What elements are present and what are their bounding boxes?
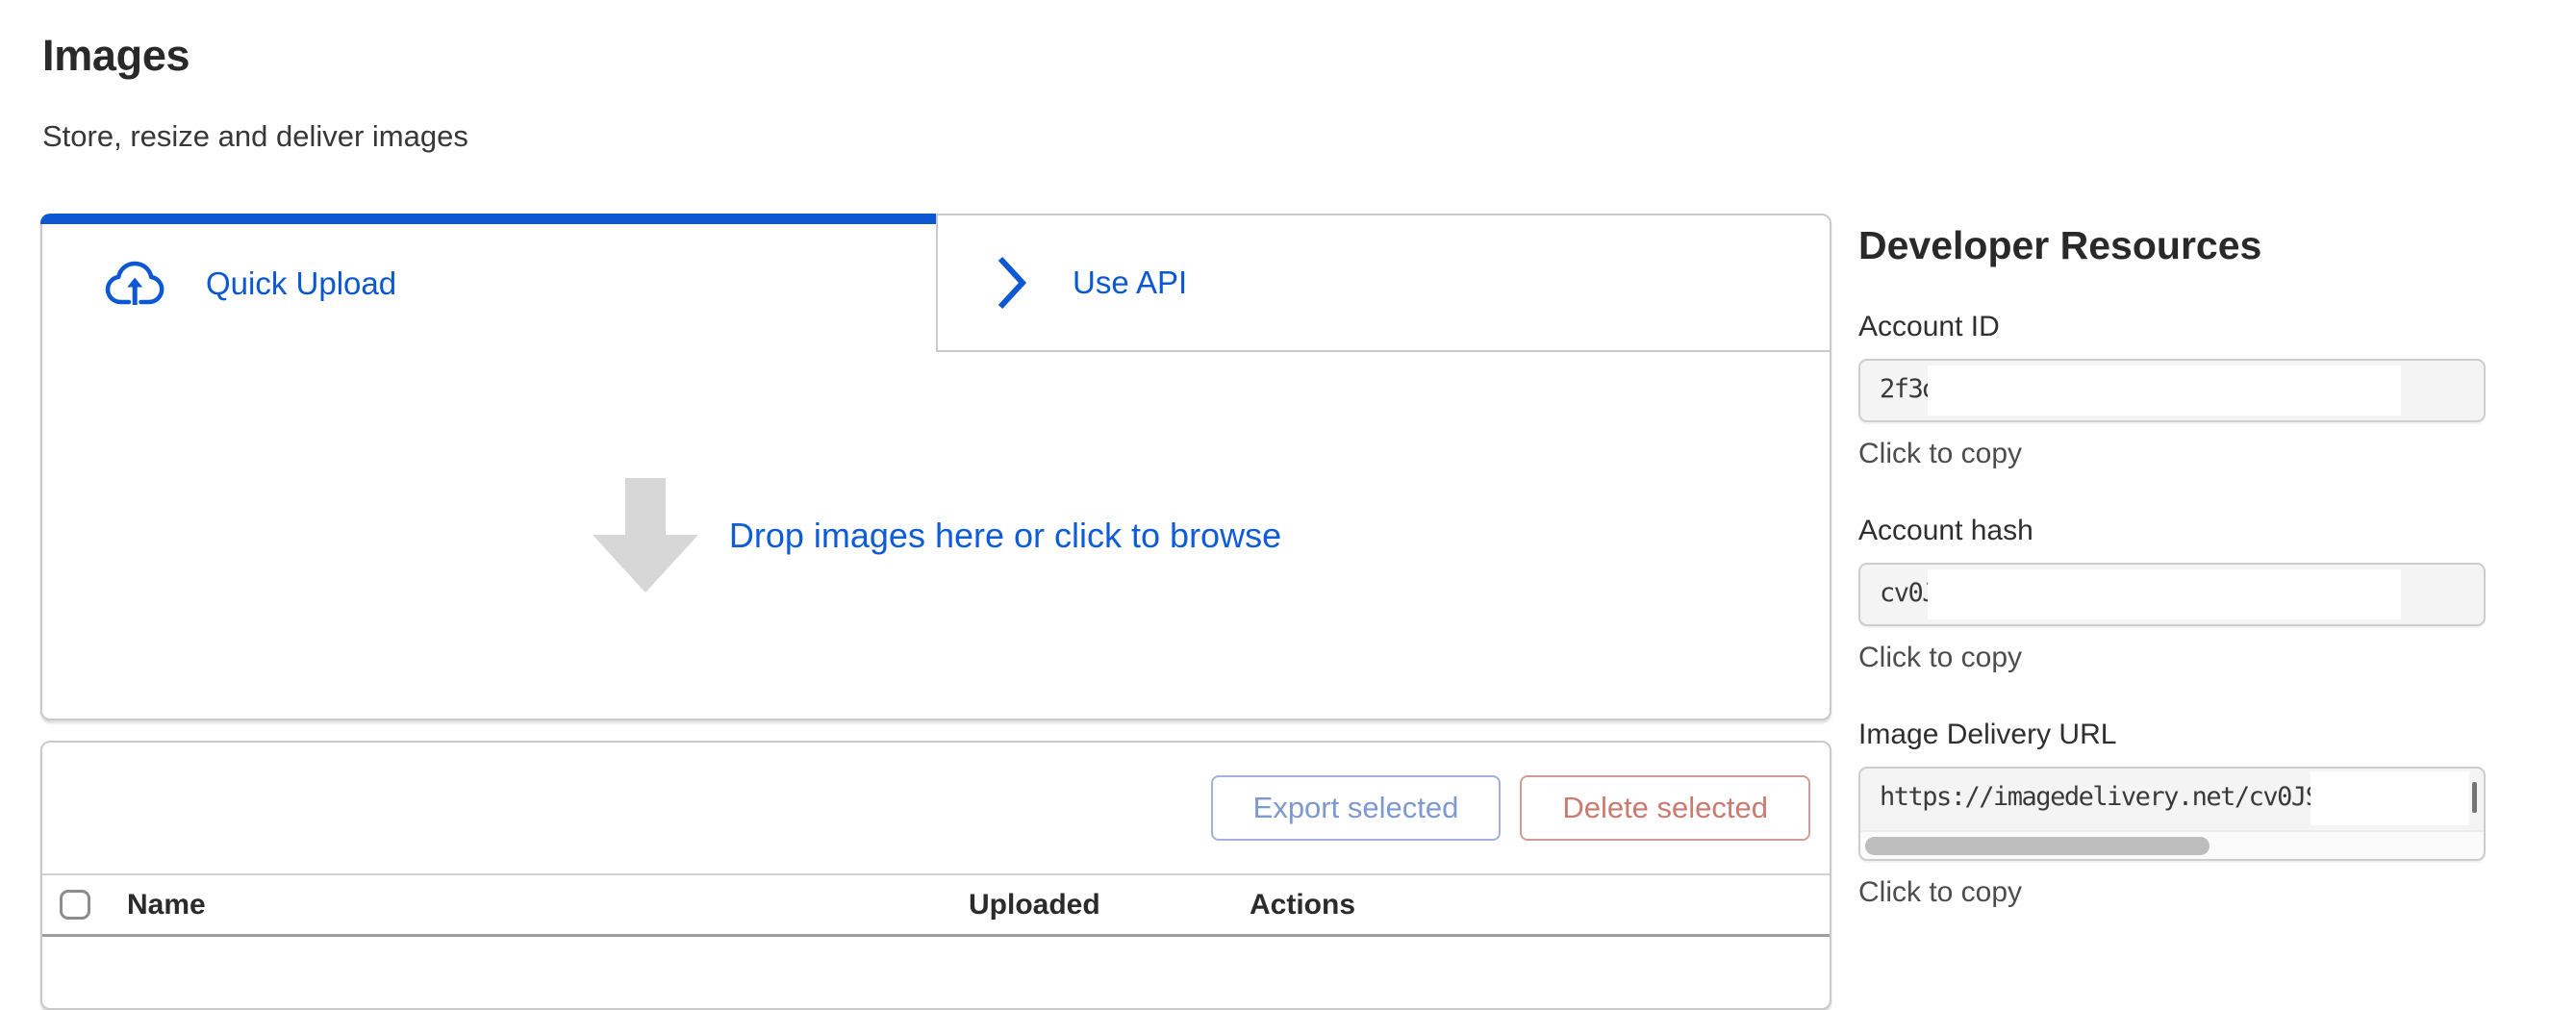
column-header-actions: Actions bbox=[1250, 889, 1355, 922]
account-id-copy-field[interactable]: 2f3d bbox=[1858, 359, 2486, 422]
dropzone-label: Drop images here or click to browse bbox=[729, 516, 1281, 556]
arrow-down-icon bbox=[591, 477, 700, 594]
tab-quick-upload-label: Quick Upload bbox=[206, 265, 396, 302]
page-header: Images Store, resize and deliver images bbox=[42, 0, 468, 154]
developer-resources-panel: Developer Resources Account ID 2f3d Clic… bbox=[1858, 223, 2486, 909]
redacted-overlay bbox=[2311, 771, 2469, 825]
horizontal-scrollbar-thumb[interactable] bbox=[1865, 837, 2210, 855]
horizontal-scrollbar-track[interactable] bbox=[1860, 830, 2484, 859]
account-hash-copy-field[interactable]: cv0J bbox=[1858, 563, 2486, 626]
account-id-helper: Click to copy bbox=[1858, 438, 2486, 470]
redacted-overlay bbox=[1928, 569, 2401, 619]
cloud-upload-icon bbox=[104, 258, 167, 310]
image-delivery-url-helper: Click to copy bbox=[1858, 876, 2486, 909]
column-header-name: Name bbox=[127, 889, 206, 922]
table-toolbar: Export selected Delete selected bbox=[42, 743, 1830, 875]
table-header: Name Uploaded Actions bbox=[42, 875, 1830, 937]
developer-resources-title: Developer Resources bbox=[1858, 223, 2486, 268]
upload-tabs: Quick Upload Use API bbox=[42, 215, 1830, 352]
chevron-right-icon bbox=[996, 254, 1028, 312]
images-table-panel: Export selected Delete selected Name Upl… bbox=[40, 741, 1831, 1010]
image-delivery-url-label: Image Delivery URL bbox=[1858, 719, 2486, 751]
partially-visible-character bbox=[2472, 782, 2477, 813]
tab-use-api[interactable]: Use API bbox=[936, 215, 1830, 352]
column-header-uploaded: Uploaded bbox=[969, 889, 1100, 922]
account-hash-helper: Click to copy bbox=[1858, 642, 2486, 674]
account-hash-label: Account hash bbox=[1858, 515, 2486, 547]
redacted-overlay bbox=[1928, 366, 2401, 416]
page-subtitle: Store, resize and deliver images bbox=[42, 119, 468, 154]
upload-panel: Quick Upload Use API Drop images here or… bbox=[40, 214, 1831, 720]
select-all-checkbox[interactable] bbox=[60, 890, 90, 920]
delete-selected-button[interactable]: Delete selected bbox=[1520, 775, 1810, 841]
image-delivery-url-copy-field[interactable]: https://imagedelivery.net/cv0JSj bbox=[1858, 767, 2486, 861]
account-id-label: Account ID bbox=[1858, 311, 2486, 343]
tab-use-api-label: Use API bbox=[1073, 265, 1187, 301]
image-dropzone[interactable]: Drop images here or click to browse bbox=[42, 352, 1830, 719]
tab-quick-upload[interactable]: Quick Upload bbox=[42, 215, 936, 352]
export-selected-button[interactable]: Export selected bbox=[1211, 775, 1502, 841]
page-title: Images bbox=[42, 31, 468, 81]
